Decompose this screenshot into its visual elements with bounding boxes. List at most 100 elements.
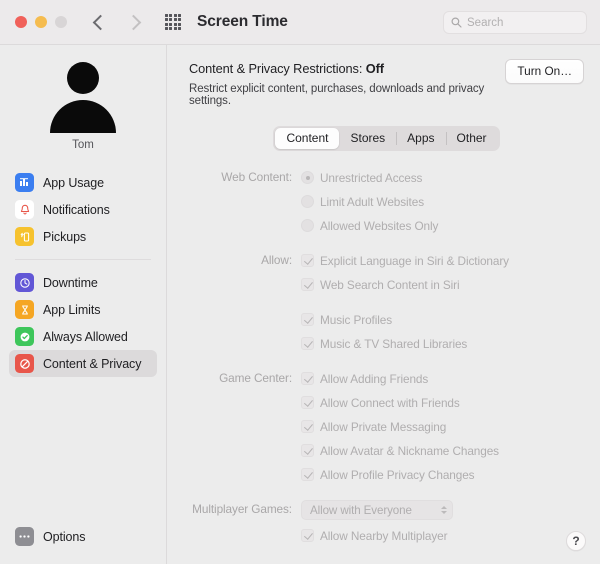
radio-icon bbox=[301, 219, 314, 232]
checkbox-allow-nearby-multiplayer[interactable]: Allow Nearby Multiplayer bbox=[301, 526, 584, 545]
option-label: Music Profiles bbox=[320, 312, 393, 327]
sidebar-divider bbox=[15, 259, 151, 260]
clock-icon bbox=[15, 273, 34, 292]
option-label: Unrestricted Access bbox=[320, 170, 423, 185]
search-icon bbox=[451, 17, 462, 28]
option-label: Limit Adult Websites bbox=[320, 194, 424, 209]
web-content-options: Unrestricted Access Limit Adult Websites… bbox=[301, 168, 584, 240]
checkbox-allow-profile-privacy-changes[interactable]: Allow Profile Privacy Changes bbox=[301, 465, 584, 484]
checkbox-icon bbox=[301, 529, 314, 542]
sidebar-item-notifications[interactable]: Notifications bbox=[9, 196, 157, 223]
option-label: Allow Nearby Multiplayer bbox=[320, 528, 448, 543]
sidebar-bottom-group: Options bbox=[0, 523, 166, 564]
game-center-options: Allow Adding Friends Allow Connect with … bbox=[301, 369, 584, 489]
titlebar: Screen Time bbox=[0, 0, 600, 45]
help-button[interactable]: ? bbox=[566, 531, 586, 551]
sidebar-item-pickups[interactable]: Pickups bbox=[9, 223, 157, 250]
checkbox-icon bbox=[301, 444, 314, 457]
checkbox-icon bbox=[301, 278, 314, 291]
traffic-light-buttons bbox=[15, 16, 67, 28]
sidebar-item-options[interactable]: Options bbox=[9, 523, 157, 550]
restrictions-header-row: Content & Privacy Restrictions: Off Rest… bbox=[189, 59, 584, 107]
tab-apps[interactable]: Apps bbox=[396, 128, 445, 149]
person-silhouette-icon bbox=[67, 62, 99, 94]
sidebar-item-app-limits[interactable]: App Limits bbox=[9, 296, 157, 323]
multiplayer-games-row: Multiplayer Games: Allow with Everyone A… bbox=[189, 500, 584, 550]
checkbox-icon bbox=[301, 337, 314, 350]
tab-bar: Content Stores Apps Other bbox=[273, 126, 500, 151]
screen-time-window: Screen Time Tom bbox=[0, 0, 600, 564]
checkbox-icon bbox=[301, 313, 314, 326]
sidebar-item-content-and-privacy[interactable]: Content & Privacy bbox=[9, 350, 157, 377]
search-field[interactable] bbox=[443, 11, 587, 34]
zoom-button[interactable] bbox=[55, 16, 67, 28]
content-form: Web Content: Unrestricted Access Limit A… bbox=[189, 168, 584, 550]
multiplayer-games-dropdown[interactable]: Allow with Everyone bbox=[301, 500, 453, 520]
minimize-button[interactable] bbox=[35, 16, 47, 28]
sidebar-item-label: App Limits bbox=[43, 302, 101, 317]
option-label: Explicit Language in Siri & Dictionary bbox=[320, 253, 509, 268]
checkbox-web-search-content-siri[interactable]: Web Search Content in Siri bbox=[301, 275, 584, 294]
restrictions-description: Restrict explicit content, purchases, do… bbox=[189, 83, 485, 107]
close-button[interactable] bbox=[15, 16, 27, 28]
game-center-row: Game Center: Allow Adding Friends Allow … bbox=[189, 369, 584, 489]
sidebar-item-app-usage[interactable]: App Usage bbox=[9, 169, 157, 196]
tab-content[interactable]: Content bbox=[275, 128, 340, 149]
checkbox-icon bbox=[301, 468, 314, 481]
content-pane: Content & Privacy Restrictions: Off Rest… bbox=[167, 45, 600, 564]
checkbox-icon bbox=[301, 254, 314, 267]
hourglass-icon bbox=[15, 300, 34, 319]
checkbox-music-tv-shared-libraries[interactable]: Music & TV Shared Libraries bbox=[301, 334, 584, 353]
tab-bar-wrapper: Content Stores Apps Other bbox=[189, 126, 584, 151]
allow-options: Explicit Language in Siri & Dictionary W… bbox=[301, 251, 584, 358]
checkbox-explicit-language-siri-dictionary[interactable]: Explicit Language in Siri & Dictionary bbox=[301, 251, 584, 270]
option-label: Allow Private Messaging bbox=[320, 419, 447, 434]
avatar bbox=[46, 59, 120, 133]
radio-icon bbox=[301, 195, 314, 208]
restrictions-label: Content & Privacy Restrictions: bbox=[189, 61, 363, 76]
checkbox-icon bbox=[301, 372, 314, 385]
sidebar-item-label: Options bbox=[43, 529, 86, 544]
multiplayer-games-label: Multiplayer Games: bbox=[192, 502, 292, 516]
sidebar-group-limits: Downtime App Limits Always Allowed Conte… bbox=[0, 269, 166, 377]
allow-row: Allow: Explicit Language in Siri & Dicti… bbox=[189, 251, 584, 358]
sidebar-group-reports: App Usage Notifications Pickups bbox=[0, 169, 166, 250]
sidebar-list: App Usage Notifications Pickups Downtime… bbox=[0, 169, 166, 377]
checkbox-allow-adding-friends[interactable]: Allow Adding Friends bbox=[301, 369, 584, 388]
checkbox-music-profiles[interactable]: Music Profiles bbox=[301, 310, 584, 329]
sidebar: Tom App Usage Notifications Pickups Down… bbox=[0, 45, 167, 564]
forward-chevron-icon[interactable] bbox=[125, 14, 142, 30]
radio-limit-adult-websites[interactable]: Limit Adult Websites bbox=[301, 192, 584, 211]
grid-icon[interactable] bbox=[165, 14, 181, 30]
sidebar-item-downtime[interactable]: Downtime bbox=[9, 269, 157, 296]
option-label: Music & TV Shared Libraries bbox=[320, 336, 468, 351]
checkbox-allow-private-messaging[interactable]: Allow Private Messaging bbox=[301, 417, 584, 436]
checkbox-icon bbox=[301, 420, 314, 433]
navigation-buttons bbox=[92, 14, 142, 30]
hand-phone-icon bbox=[15, 227, 34, 246]
sidebar-item-label: Content & Privacy bbox=[43, 356, 142, 371]
bell-icon bbox=[15, 200, 34, 219]
checkbox-icon bbox=[301, 396, 314, 409]
option-label: Web Search Content in Siri bbox=[320, 277, 460, 292]
checkmark-seal-icon bbox=[15, 327, 34, 346]
web-content-label: Web Content: bbox=[221, 170, 292, 184]
web-content-row: Web Content: Unrestricted Access Limit A… bbox=[189, 168, 584, 240]
dropdown-selected-value: Allow with Everyone bbox=[310, 503, 412, 517]
tab-other[interactable]: Other bbox=[445, 128, 498, 149]
back-chevron-icon[interactable] bbox=[92, 14, 109, 30]
sidebar-item-label: Downtime bbox=[43, 275, 98, 290]
checkbox-allow-avatar-nickname-changes[interactable]: Allow Avatar & Nickname Changes bbox=[301, 441, 584, 460]
restrictions-state: Off bbox=[365, 61, 384, 76]
radio-allowed-websites-only[interactable]: Allowed Websites Only bbox=[301, 216, 584, 235]
turn-on-button[interactable]: Turn On… bbox=[505, 59, 584, 84]
sidebar-item-always-allowed[interactable]: Always Allowed bbox=[9, 323, 157, 350]
tab-stores[interactable]: Stores bbox=[339, 128, 396, 149]
sidebar-item-label: Pickups bbox=[43, 229, 87, 244]
sidebar-item-label: Always Allowed bbox=[43, 329, 128, 344]
radio-unrestricted-access[interactable]: Unrestricted Access bbox=[301, 168, 584, 187]
option-label: Allow Adding Friends bbox=[320, 371, 429, 386]
search-input[interactable] bbox=[467, 16, 577, 29]
user-name: Tom bbox=[72, 139, 94, 151]
checkbox-allow-connect-with-friends[interactable]: Allow Connect with Friends bbox=[301, 393, 584, 412]
